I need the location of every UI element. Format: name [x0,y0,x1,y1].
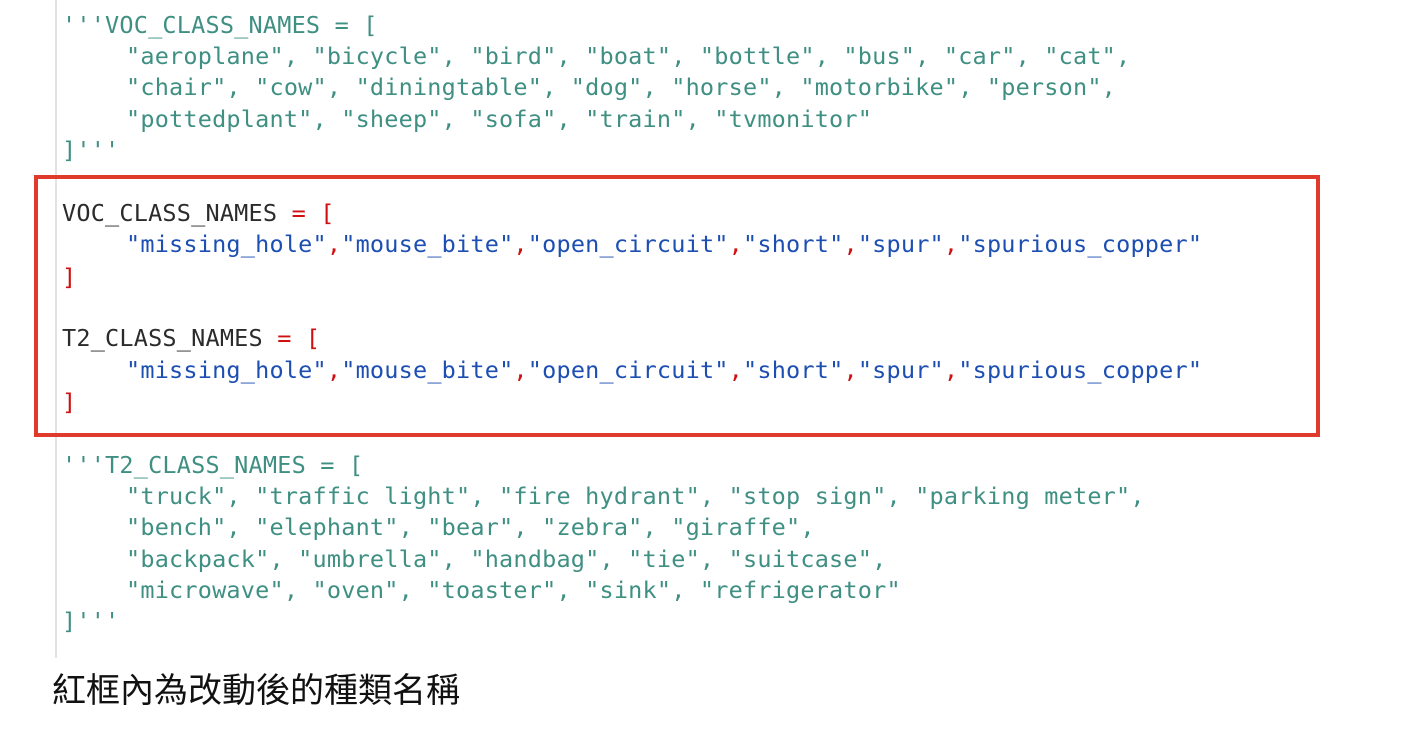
caption-text: 紅框內為改動後的種類名稱 [52,671,460,711]
code-line-comment-bottom-3: "bench", "elephant", "bear", "zebra", "g… [126,513,815,541]
code-line-comment-top-1: '''VOC_CLASS_NAMES = [ [62,11,378,39]
highlight-box [34,175,1320,437]
code-line-comment-bottom-5: "microwave", "oven", "toaster", "sink", … [126,576,901,604]
code-line-comment-bottom-1: '''T2_CLASS_NAMES = [ [62,451,364,479]
code-line-comment-bottom-6: ]''' [62,607,120,635]
code-editor-panel: '''VOC_CLASS_NAMES = [ "aeroplane", "bic… [0,0,1428,660]
code-line-comment-top-5: ]''' [62,136,120,164]
code-line-comment-bottom-2: "truck", "traffic light", "fire hydrant"… [126,482,1145,510]
code-line-comment-top-4: "pottedplant", "sheep", "sofa", "train",… [126,105,873,133]
code-line-comment-top-3: "chair", "cow", "diningtable", "dog", "h… [126,73,1117,101]
code-line-comment-top-2: "aeroplane", "bicycle", "bird", "boat", … [126,42,1131,70]
code-line-comment-bottom-4: "backpack", "umbrella", "handbag", "tie"… [126,545,887,573]
